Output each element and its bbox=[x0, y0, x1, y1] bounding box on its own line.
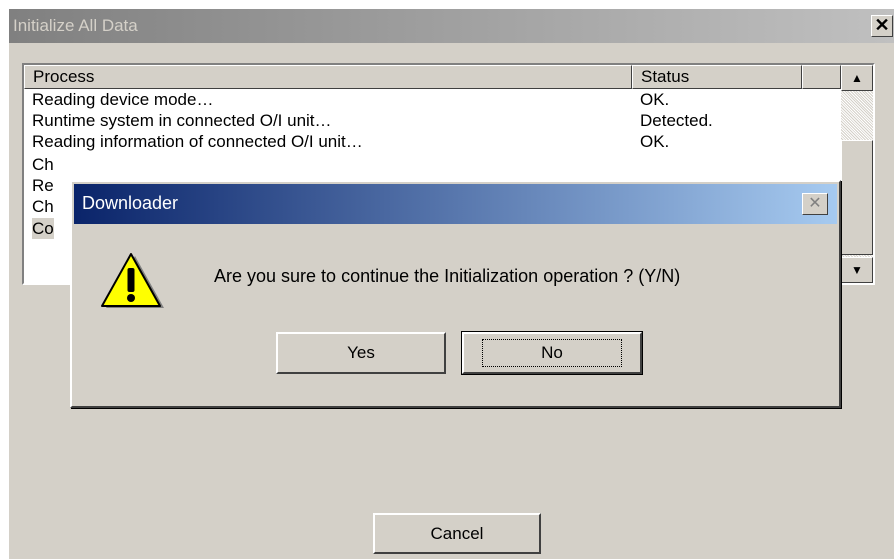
dialog-title-bar: Downloader ✕ bbox=[74, 184, 837, 224]
dialog-title: Downloader bbox=[82, 193, 179, 213]
yes-button[interactable]: Yes bbox=[276, 332, 446, 374]
process-text: Ch bbox=[32, 155, 54, 174]
no-button-label: No bbox=[482, 339, 622, 367]
cancel-button[interactable]: Cancel bbox=[373, 513, 541, 554]
column-header-empty[interactable] bbox=[802, 65, 841, 89]
process-text: Co bbox=[32, 218, 54, 239]
dialog-message: Are you sure to continue the Initializat… bbox=[214, 266, 681, 286]
dialog-close-button[interactable]: ✕ bbox=[802, 193, 828, 215]
column-header-process[interactable]: Process bbox=[24, 65, 632, 89]
process-text: Reading information of connected O/I uni… bbox=[32, 132, 363, 151]
list-header: Process Status bbox=[24, 65, 841, 89]
downloader-dialog: Downloader ✕ Are you sure to continue th… bbox=[70, 180, 841, 408]
window-close-button[interactable]: ✕ bbox=[871, 15, 893, 37]
process-text: Runtime system in connected O/I unit… bbox=[32, 111, 332, 130]
warning-icon bbox=[101, 253, 164, 308]
scroll-down-button[interactable]: ▼ bbox=[841, 257, 873, 283]
close-icon: ✕ bbox=[808, 195, 822, 212]
arrow-up-icon: ▲ bbox=[851, 71, 863, 85]
close-icon: ✕ bbox=[874, 15, 890, 35]
status-text: OK. bbox=[640, 132, 670, 151]
scroll-thumb[interactable] bbox=[841, 140, 873, 255]
status-text: OK. bbox=[640, 90, 670, 109]
list-item[interactable]: Reading information of connected O/I uni… bbox=[24, 131, 841, 152]
window-title-bar: Initialize All Data ✕ bbox=[9, 9, 894, 43]
list-item[interactable]: Reading device mode… OK. bbox=[24, 89, 841, 110]
status-text: Detected. bbox=[640, 111, 713, 130]
process-text: Re bbox=[32, 176, 54, 195]
list-item[interactable]: Runtime system in connected O/I unit… De… bbox=[24, 110, 841, 131]
process-text: Reading device mode… bbox=[32, 90, 214, 109]
list-item[interactable]: Ch bbox=[24, 154, 841, 175]
arrow-down-icon: ▼ bbox=[851, 263, 863, 277]
scroll-up-button[interactable]: ▲ bbox=[841, 65, 873, 91]
process-text: Ch bbox=[32, 197, 54, 216]
vertical-scrollbar[interactable]: ▲ ▼ bbox=[841, 65, 873, 283]
column-header-status[interactable]: Status bbox=[632, 65, 802, 89]
no-button[interactable]: No bbox=[461, 331, 643, 375]
window-title: Initialize All Data bbox=[13, 16, 138, 35]
